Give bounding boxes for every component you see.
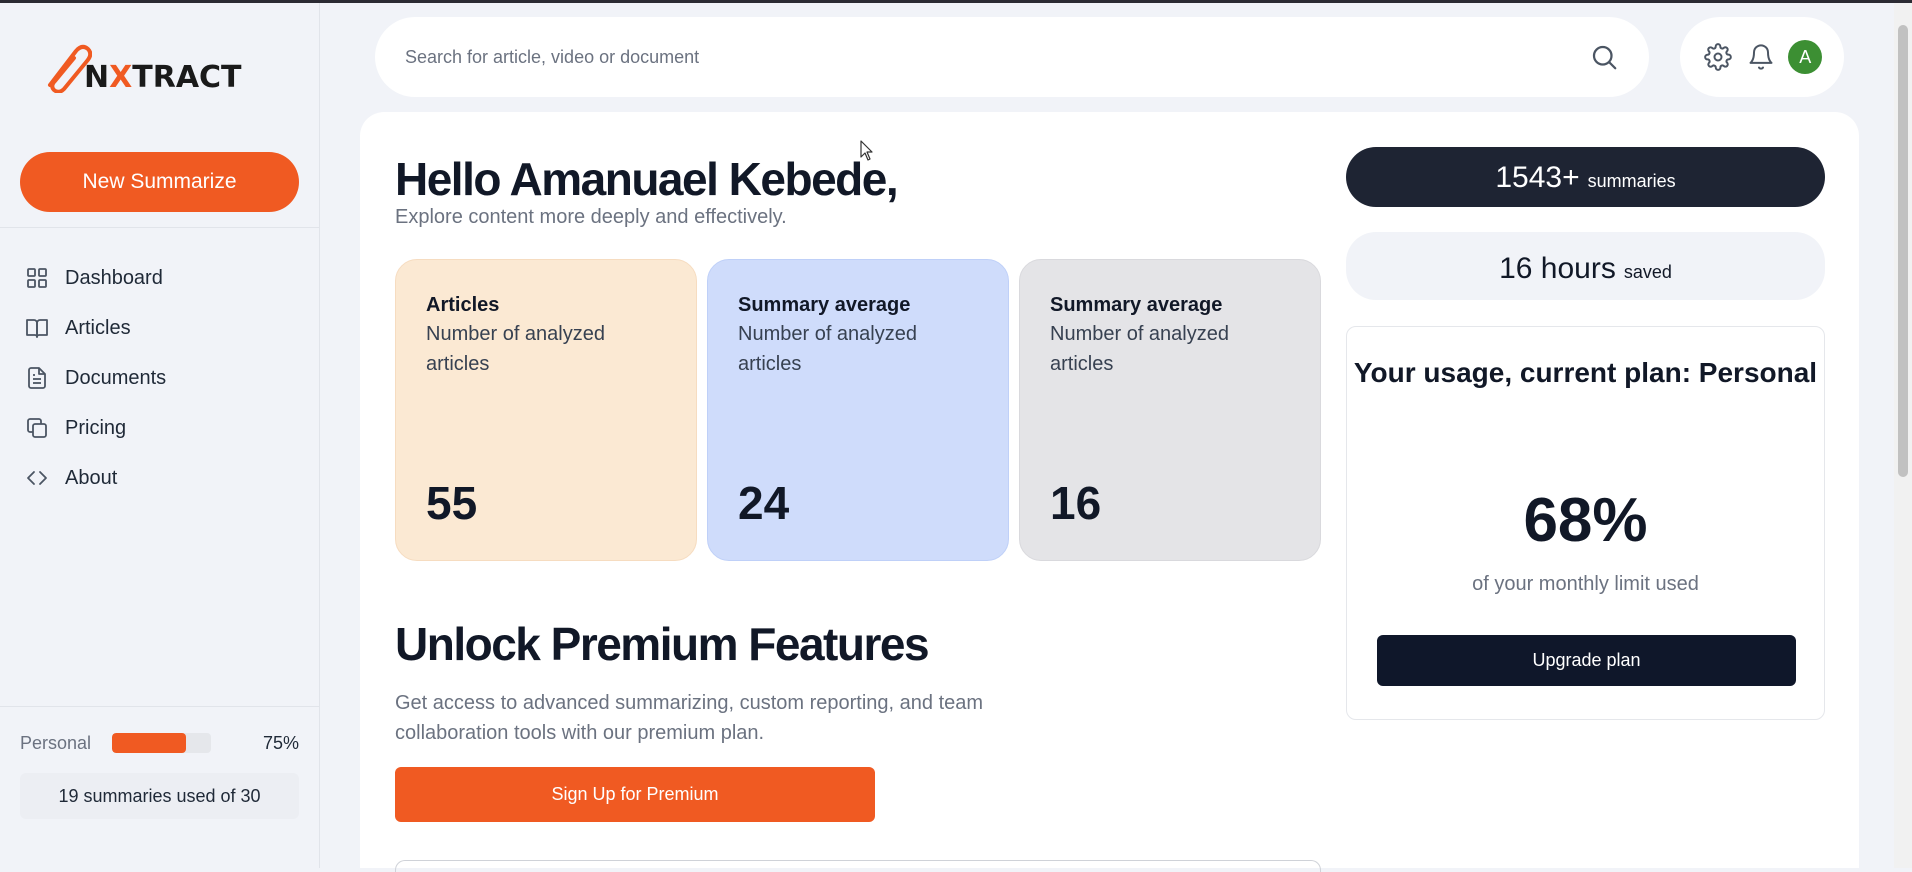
stat-card-title: Articles <box>426 294 500 316</box>
greeting-subtitle: Explore content more deeply and effectiv… <box>395 206 787 228</box>
sidebar-item-pricing[interactable]: Pricing <box>24 403 166 453</box>
book-open-icon <box>24 315 50 341</box>
hours-label: saved <box>1623 262 1672 282</box>
stat-card-summary-average: Summary average Number of analyzed artic… <box>707 259 1009 561</box>
plan-card-percent: 68% <box>1523 486 1648 555</box>
upgrade-plan-button[interactable]: Upgrade plan <box>1377 635 1796 686</box>
search-input[interactable] <box>405 46 1589 68</box>
sidebar-nav: Dashboard Articles Documents Pricing Abo… <box>24 253 166 503</box>
plan-progress-fill <box>112 733 187 753</box>
greeting-heading: Hello Amanuael Kebede, <box>395 153 899 205</box>
stat-card-title: Summary average <box>738 294 911 316</box>
sidebar-item-articles[interactable]: Articles <box>24 303 166 353</box>
hours-count: 16 hours <box>1499 252 1616 285</box>
plan-name: Personal <box>20 732 92 753</box>
plan-progress-bar <box>112 733 211 753</box>
stat-card-description: Number of analyzed articles <box>426 323 605 375</box>
sidebar-divider <box>0 227 320 228</box>
stat-card-description: Number of analyzed articles <box>738 323 917 375</box>
premium-heading: Unlock Premium Features <box>395 618 930 670</box>
sidebar-item-label: About <box>65 466 118 489</box>
sidebar-item-label: Dashboard <box>65 266 163 289</box>
stat-card-summary-average-2: Summary average Number of analyzed artic… <box>1019 259 1321 561</box>
stat-card-title: Summary average <box>1050 294 1223 316</box>
search-icon[interactable] <box>1589 42 1619 72</box>
next-section-edge <box>395 860 1321 872</box>
hours-saved-badge: 16 hours saved <box>1346 232 1825 300</box>
summaries-label: summaries <box>1587 171 1676 191</box>
avatar[interactable]: A <box>1788 40 1823 74</box>
sidebar-bottom-divider <box>0 706 320 707</box>
document-icon <box>24 365 50 391</box>
summaries-count: 1543+ <box>1495 161 1580 194</box>
new-summarize-button[interactable]: New Summarize <box>20 152 299 212</box>
search-bar <box>375 17 1649 97</box>
stat-card-description: Number of analyzed articles <box>1050 323 1229 375</box>
plan-usage-row: Personal 75% <box>20 731 299 755</box>
sidebar-item-label: Articles <box>65 316 131 339</box>
page-scrollbar[interactable] <box>1894 3 1912 868</box>
stat-card-value: 16 <box>1050 477 1102 529</box>
sidebar-item-dashboard[interactable]: Dashboard <box>24 253 166 303</box>
sidebar-item-label: Pricing <box>65 416 127 439</box>
sidebar-item-label: Documents <box>65 366 167 389</box>
gear-icon[interactable] <box>1702 41 1734 73</box>
plan-card-description: of your monthly limit used <box>1472 573 1699 595</box>
sidebar: NXTRACT New Summarize Dashboard Articles <box>0 3 320 868</box>
sidebar-item-about[interactable]: About <box>24 453 166 503</box>
sidebar-item-documents[interactable]: Documents <box>24 353 166 403</box>
code-icon <box>24 465 50 491</box>
grid-icon <box>24 265 50 291</box>
summaries-count-badge: 1543+ summaries <box>1346 147 1825 207</box>
stat-card-value: 24 <box>738 477 790 529</box>
sign-up-premium-button[interactable]: Sign Up for Premium <box>395 767 875 822</box>
scrollbar-thumb[interactable] <box>1898 25 1908 477</box>
plan-percent: 75% <box>262 732 299 753</box>
summaries-usage-text: 19 summaries used of 30 <box>20 773 299 819</box>
header-actions: A <box>1680 17 1844 97</box>
plan-card-title: Your usage, current plan: Personal <box>1353 357 1818 388</box>
stat-card-articles: Articles Number of analyzed articles 55 <box>395 259 697 561</box>
copy-icon <box>24 415 50 441</box>
brand-name: NXTRACT <box>84 60 242 95</box>
bell-icon[interactable] <box>1745 41 1777 73</box>
mouse-cursor-icon <box>860 140 873 161</box>
brand-logo[interactable]: NXTRACT <box>42 41 242 93</box>
stat-card-value: 55 <box>426 477 478 529</box>
plan-usage-card: Your usage, current plan: Personal 68% o… <box>1346 326 1825 720</box>
main-content: Hello Amanuael Kebede, Explore content m… <box>360 112 1859 872</box>
premium-description: Get access to advanced summarizing, cust… <box>395 692 984 744</box>
